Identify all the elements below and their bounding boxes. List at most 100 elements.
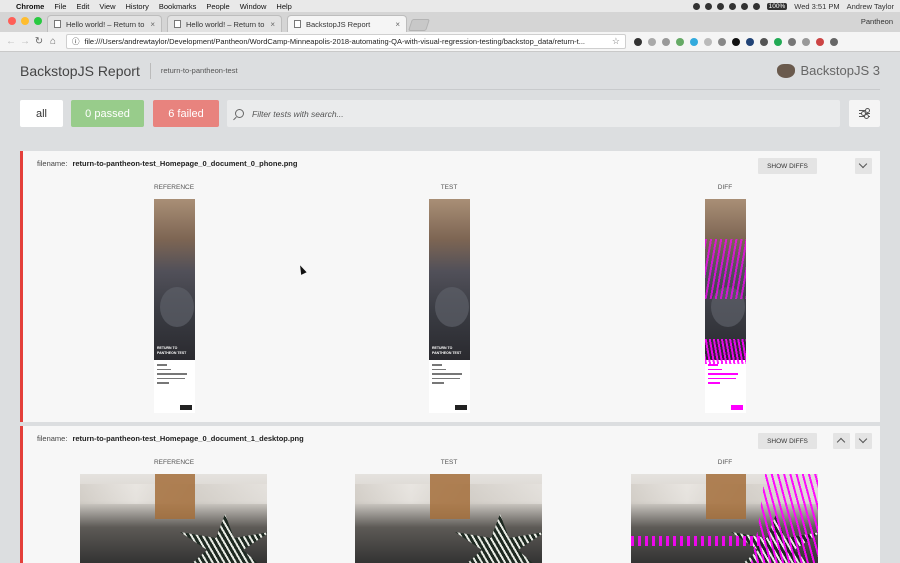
status-tray-icons[interactable] bbox=[692, 2, 760, 10]
diff-screenshot[interactable] bbox=[631, 474, 818, 563]
report-title: BackstopJS Report bbox=[20, 62, 140, 79]
filter-passed-button[interactable]: 0 passed bbox=[71, 100, 144, 127]
battery-indicator[interactable]: 100% bbox=[766, 2, 788, 10]
zoom-window-button[interactable] bbox=[34, 17, 42, 25]
extension-icon[interactable] bbox=[690, 37, 698, 46]
brand: BackstopJS 3 bbox=[776, 63, 880, 78]
tray-icon[interactable] bbox=[716, 2, 724, 10]
back-icon[interactable]: ← bbox=[4, 36, 18, 47]
extension-icon[interactable] bbox=[816, 37, 824, 46]
hero-title: RETURN TO PANTHEON TEST bbox=[157, 346, 187, 355]
extension-icon[interactable] bbox=[676, 37, 684, 46]
home-icon[interactable]: ⌂ bbox=[46, 36, 60, 47]
filter-all-button[interactable]: all bbox=[20, 100, 63, 127]
search-placeholder: Filter tests with search... bbox=[252, 108, 344, 119]
extension-icon[interactable] bbox=[788, 37, 796, 46]
search-icon bbox=[235, 109, 244, 118]
column-label-diff: DIFF bbox=[717, 184, 733, 191]
address-bar[interactable]: ⓘ file:///Users/andrewtaylor/Development… bbox=[66, 34, 626, 49]
extension-icon[interactable] bbox=[704, 37, 712, 46]
filename-row: filename: return-to-pantheon-test_Homepag… bbox=[37, 159, 297, 168]
bookmark-star-icon[interactable]: ☆ bbox=[612, 36, 620, 47]
reload-icon[interactable]: ↻ bbox=[32, 36, 46, 47]
tray-icon[interactable] bbox=[740, 2, 748, 10]
url-text: file:///Users/andrewtaylor/Development/P… bbox=[84, 37, 586, 46]
menu-window[interactable]: Window bbox=[240, 2, 267, 11]
browser-tab-strip: Hello world! – Return to Panthe × Hello … bbox=[0, 12, 900, 32]
menu-edit[interactable]: Edit bbox=[76, 2, 89, 11]
filter-bar: all 0 passed 6 failed Filter tests with … bbox=[20, 100, 880, 128]
extension-icon[interactable] bbox=[662, 37, 670, 46]
tray-icon[interactable] bbox=[752, 2, 760, 10]
search-input[interactable]: Filter tests with search... bbox=[227, 100, 840, 127]
browser-tab[interactable]: Hello world! – Return to Panthe × bbox=[47, 15, 162, 32]
test-screenshot[interactable] bbox=[355, 474, 542, 563]
screenshot-button bbox=[180, 405, 192, 410]
tab-title: Hello world! – Return to Panthe bbox=[186, 19, 265, 29]
minimize-window-button[interactable] bbox=[21, 17, 29, 25]
menu-dots-icon[interactable] bbox=[830, 37, 838, 46]
close-tab-icon[interactable]: × bbox=[150, 20, 155, 29]
extension-icon[interactable] bbox=[634, 37, 642, 46]
test-screenshot[interactable]: RETURN TO PANTHEON TEST bbox=[429, 199, 470, 413]
screenshot-plant bbox=[180, 514, 267, 563]
screenshot-plant bbox=[455, 514, 542, 563]
extension-icons bbox=[634, 37, 838, 46]
menu-view[interactable]: View bbox=[99, 2, 115, 11]
new-tab-button[interactable] bbox=[408, 19, 430, 31]
browser-toolbar: ← → ↻ ⌂ ⓘ file:///Users/andrewtaylor/Dev… bbox=[0, 32, 900, 52]
forward-icon[interactable]: → bbox=[18, 36, 32, 47]
reference-screenshot[interactable]: RETURN TO PANTHEON TEST bbox=[154, 199, 195, 413]
tray-icon[interactable] bbox=[692, 2, 700, 10]
profile-name[interactable]: Pantheon bbox=[861, 17, 893, 26]
screenshot-button bbox=[455, 405, 467, 410]
menu-user[interactable]: Andrew Taylor bbox=[847, 2, 894, 11]
menu-file[interactable]: File bbox=[54, 2, 66, 11]
browser-tab-active[interactable]: BackstopJS Report × bbox=[287, 15, 407, 32]
screenshot-hero: RETURN TO PANTHEON TEST bbox=[154, 199, 195, 360]
diff-screenshot[interactable] bbox=[705, 199, 746, 413]
menu-app-chrome[interactable]: Chrome bbox=[16, 2, 44, 11]
sliders-icon bbox=[859, 114, 870, 119]
test-card: filename: return-to-pantheon-test_Homepag… bbox=[20, 426, 880, 563]
backstop-logo-icon bbox=[776, 63, 795, 78]
diff-highlight bbox=[631, 536, 761, 546]
menu-people[interactable]: People bbox=[206, 2, 229, 11]
macos-menu-bar: Chrome File Edit View History Bookmarks … bbox=[0, 0, 900, 12]
extension-icon[interactable] bbox=[774, 37, 782, 46]
menu-history[interactable]: History bbox=[126, 2, 149, 11]
close-tab-icon[interactable]: × bbox=[270, 20, 275, 29]
extension-icon[interactable] bbox=[648, 37, 656, 46]
extension-icon[interactable] bbox=[760, 37, 768, 46]
filter-failed-button[interactable]: 6 failed bbox=[153, 100, 219, 127]
screenshot-background bbox=[155, 474, 195, 519]
tray-icon[interactable] bbox=[704, 2, 712, 10]
chevron-down-icon[interactable] bbox=[855, 158, 872, 174]
menu-help[interactable]: Help bbox=[276, 2, 291, 11]
tray-icon[interactable] bbox=[728, 2, 736, 10]
close-window-button[interactable] bbox=[8, 17, 16, 25]
reference-screenshot[interactable] bbox=[80, 474, 267, 563]
show-diffs-button[interactable]: SHOW DIFFS bbox=[758, 433, 817, 449]
browser-tab[interactable]: Hello world! – Return to Panthe × bbox=[167, 15, 282, 32]
page-icon bbox=[54, 20, 61, 28]
show-diffs-button[interactable]: SHOW DIFFS bbox=[758, 158, 817, 174]
page-icon bbox=[174, 20, 181, 28]
report-page: BackstopJS Report return-to-pantheon-tes… bbox=[0, 52, 900, 563]
column-label-reference: REFERENCE bbox=[153, 459, 195, 466]
extension-icon[interactable] bbox=[746, 37, 754, 46]
info-icon[interactable]: ⓘ bbox=[72, 36, 80, 47]
close-tab-icon[interactable]: × bbox=[395, 20, 400, 29]
window-controls bbox=[8, 17, 42, 25]
extension-icon[interactable] bbox=[718, 37, 726, 46]
extension-icon[interactable] bbox=[802, 37, 810, 46]
filename-value: return-to-pantheon-test_Homepage_0_docum… bbox=[72, 434, 304, 443]
menu-bookmarks[interactable]: Bookmarks bbox=[159, 2, 197, 11]
screenshot-content bbox=[154, 360, 195, 391]
extension-icon[interactable] bbox=[732, 37, 740, 46]
menu-clock[interactable]: Wed 3:51 PM bbox=[794, 2, 839, 11]
settings-button[interactable] bbox=[849, 100, 880, 127]
screenshot-hero: RETURN TO PANTHEON TEST bbox=[429, 199, 470, 360]
chevron-down-icon[interactable] bbox=[855, 433, 872, 449]
chevron-up-icon[interactable] bbox=[833, 433, 850, 449]
